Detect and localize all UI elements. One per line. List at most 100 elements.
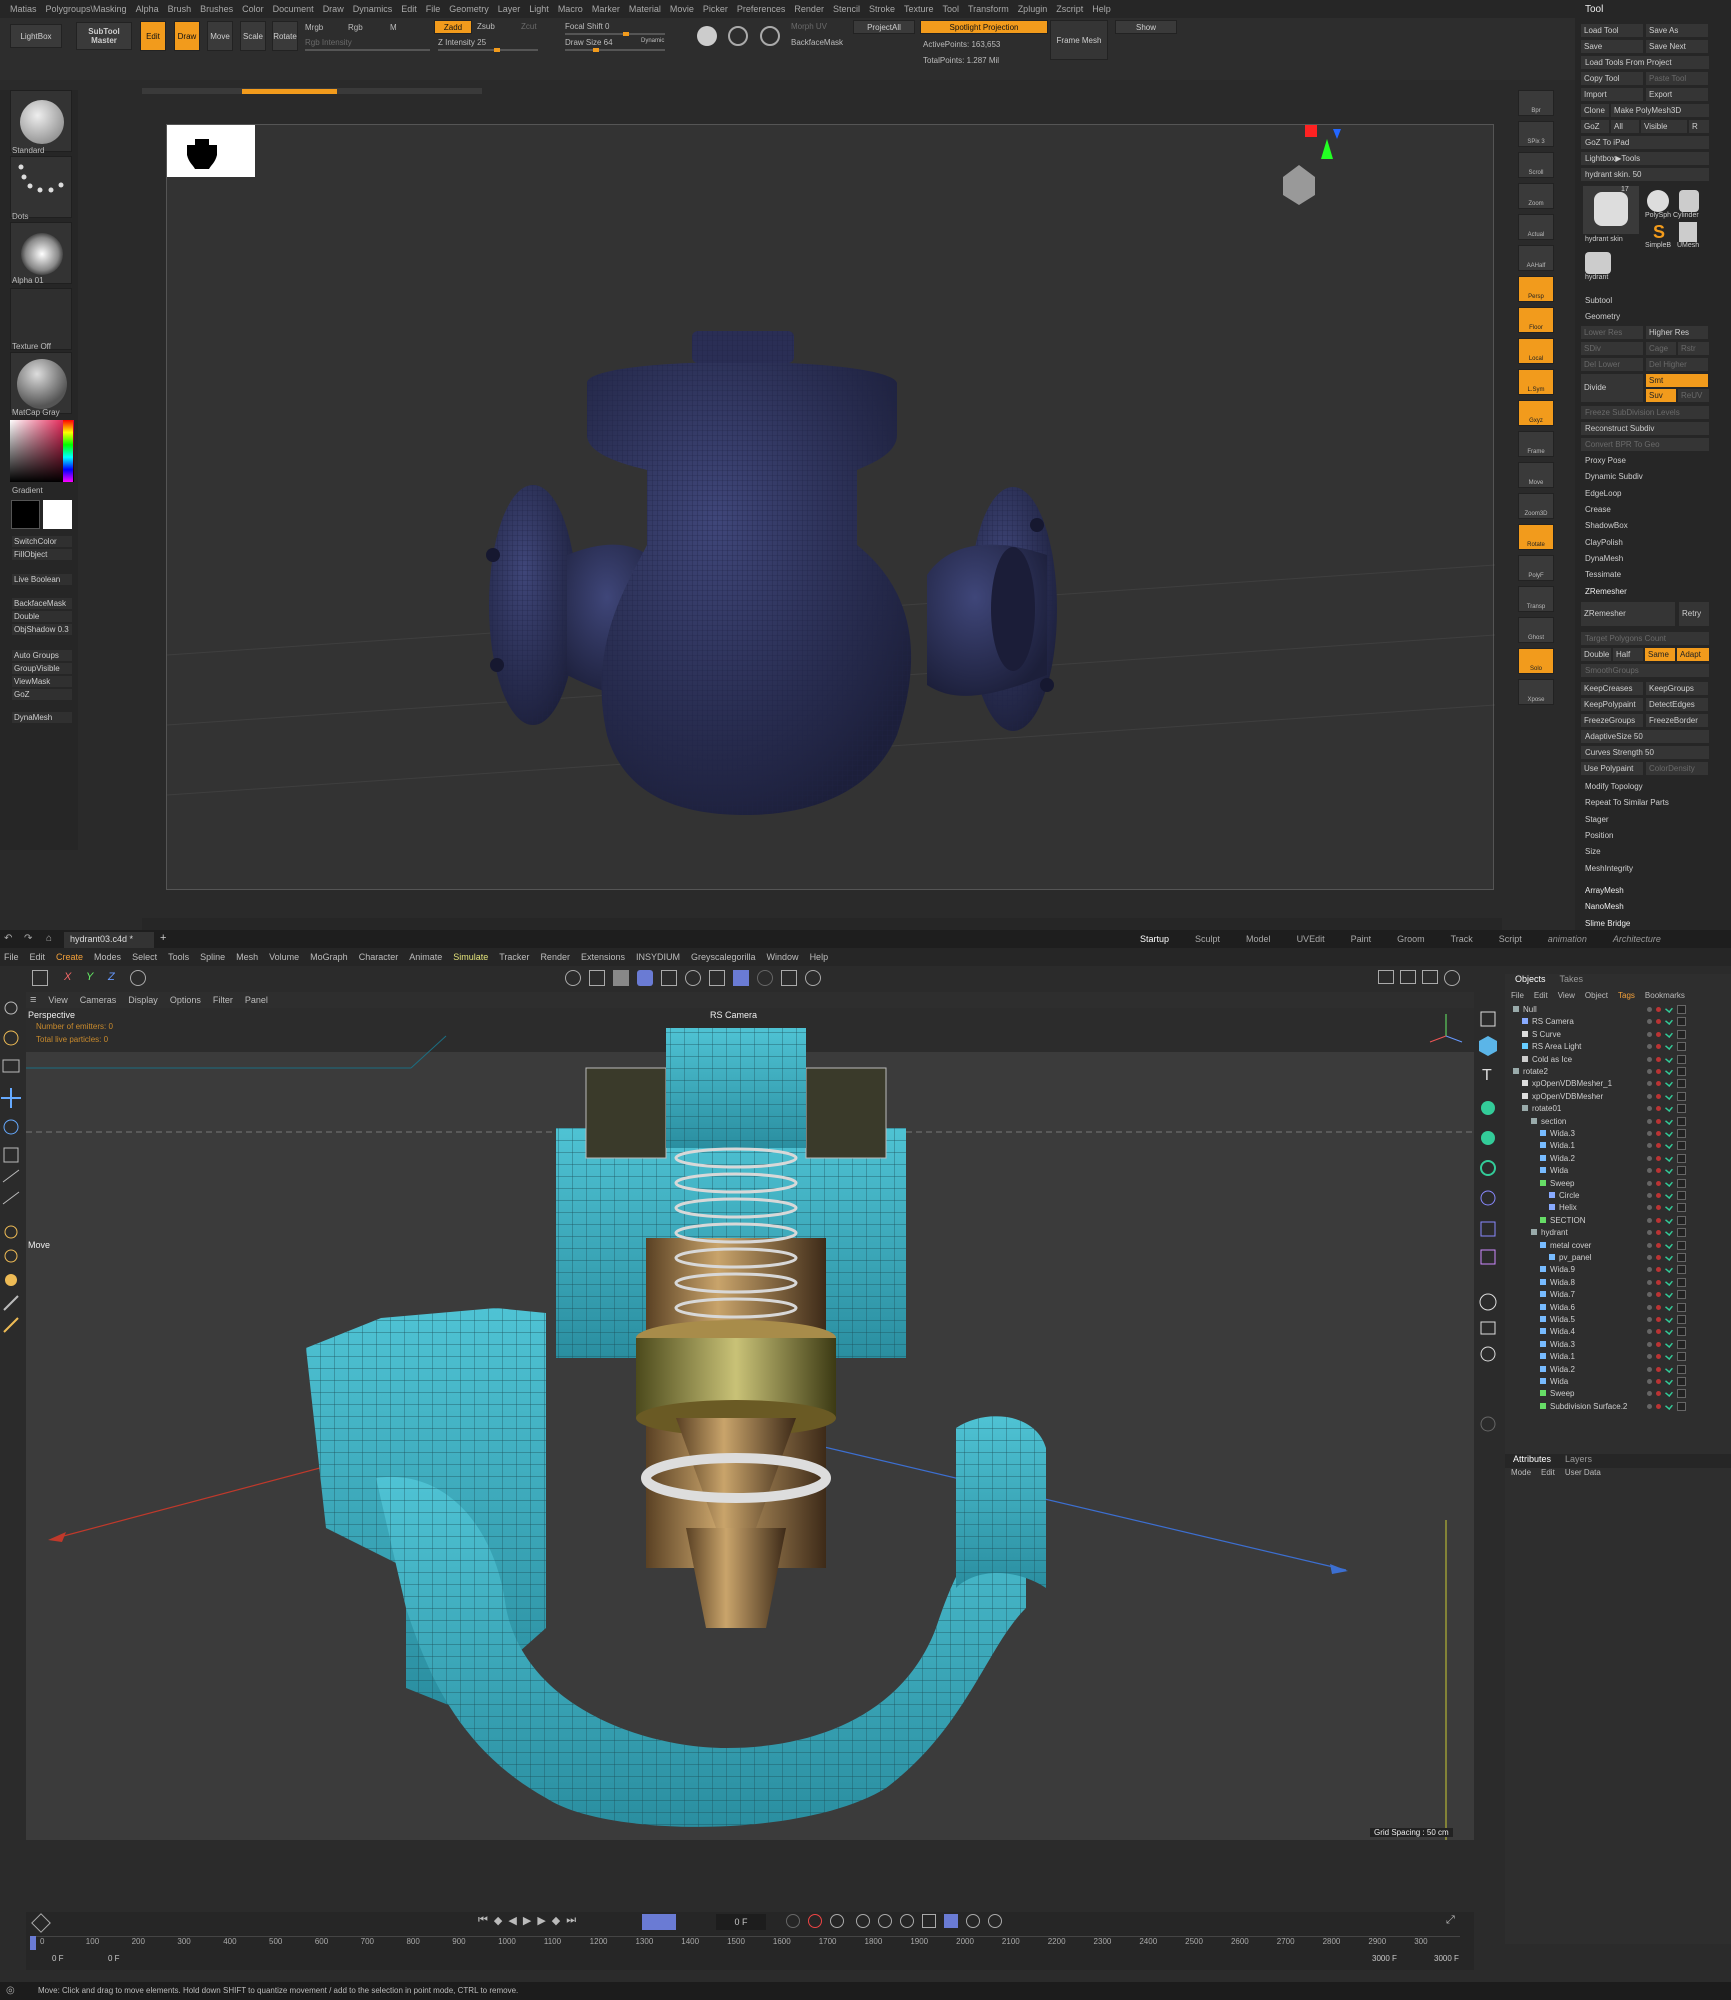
- polygons-mode-icon[interactable]: [613, 970, 629, 986]
- enabled-check[interactable]: [1665, 1042, 1673, 1051]
- c4d-menu-animate[interactable]: Animate: [409, 952, 442, 962]
- export-button[interactable]: Export: [1646, 88, 1708, 101]
- render-dot[interactable]: [1656, 1292, 1661, 1298]
- visibility-dots[interactable]: [1647, 1106, 1652, 1112]
- enabled-check[interactable]: [1665, 1129, 1673, 1137]
- enabled-check[interactable]: [1665, 1215, 1673, 1224]
- geometry-section[interactable]: Geometry: [1585, 312, 1620, 321]
- visibility-dots[interactable]: [1647, 1317, 1652, 1322]
- layout-tab-uvedit[interactable]: UVEdit: [1297, 934, 1325, 944]
- group-visible-button[interactable]: GroupVisible: [12, 663, 72, 674]
- edges-mode-icon[interactable]: [589, 970, 605, 986]
- zbrush-menu-brushes[interactable]: Brushes: [200, 4, 233, 14]
- enabled-check[interactable]: [1665, 1054, 1673, 1063]
- lower-res-button[interactable]: Lower Res: [1581, 326, 1643, 339]
- shelf-xpose-button[interactable]: Xpose: [1518, 679, 1554, 705]
- loop-toggle[interactable]: [642, 1914, 676, 1930]
- zbrush-menu-stencil[interactable]: Stencil: [833, 4, 860, 14]
- visibility-dots[interactable]: [1647, 1093, 1652, 1099]
- zbrush-menu-polygroupsmasking[interactable]: Polygroups\Masking: [46, 4, 127, 14]
- zbrush-menu-file[interactable]: File: [426, 4, 441, 14]
- zadd-button[interactable]: Zadd: [434, 20, 472, 34]
- tag-icon[interactable]: [1677, 1401, 1686, 1411]
- tag-icon[interactable]: [1677, 1166, 1686, 1176]
- live-boolean-button[interactable]: Live Boolean: [12, 574, 72, 585]
- crease-subpalette[interactable]: Crease: [1585, 505, 1611, 514]
- del-higher-button[interactable]: Del Higher: [1646, 358, 1708, 371]
- grid-snap-icon[interactable]: [733, 970, 749, 986]
- visibility-dots[interactable]: [1647, 1279, 1652, 1285]
- hydrant-tool-icon[interactable]: [1585, 252, 1611, 274]
- zbrush-menu-texture[interactable]: Texture: [904, 4, 934, 14]
- render-dot[interactable]: [1656, 1341, 1661, 1347]
- enabled-check[interactable]: [1665, 1377, 1673, 1385]
- enabled-check[interactable]: [1665, 1228, 1673, 1237]
- start-field[interactable]: 0 F: [108, 1954, 120, 1963]
- c4d-menu-render[interactable]: Render: [540, 952, 570, 962]
- tag-icon[interactable]: [1677, 1215, 1686, 1225]
- enabled-check[interactable]: [1665, 1104, 1673, 1113]
- tag-icon[interactable]: [1677, 1377, 1686, 1386]
- record-icon[interactable]: [786, 1914, 800, 1928]
- render-dot[interactable]: [1656, 1056, 1661, 1062]
- enabled-check[interactable]: [1665, 1079, 1673, 1088]
- visibility-dots[interactable]: [1647, 1056, 1652, 1062]
- render-dot[interactable]: [1656, 1242, 1661, 1248]
- visibility-dots[interactable]: [1647, 1217, 1652, 1223]
- attributes-menu-edit[interactable]: Edit: [1541, 1468, 1555, 1482]
- smt-toggle[interactable]: Smt: [1646, 374, 1708, 387]
- color-density-slider[interactable]: ColorDensity: [1646, 762, 1708, 775]
- layout-tab-script[interactable]: Script: [1499, 934, 1522, 944]
- visibility-dots[interactable]: [1647, 1230, 1652, 1236]
- smooth-groups-slider[interactable]: SmoothGroups: [1581, 664, 1709, 677]
- visibility-dots[interactable]: [1647, 1131, 1652, 1136]
- c4d-menu-mograph[interactable]: MoGraph: [310, 952, 348, 962]
- layout-tab-track[interactable]: Track: [1451, 934, 1473, 944]
- object-row[interactable]: Null: [1505, 1004, 1731, 1016]
- dynamesh-subpalette[interactable]: DynaMesh: [1585, 554, 1623, 563]
- tag-icon[interactable]: [1677, 1005, 1686, 1014]
- focal-shift-track[interactable]: [565, 32, 665, 36]
- visibility-dots[interactable]: [1647, 1366, 1652, 1372]
- polysphere-icon[interactable]: [1647, 190, 1669, 212]
- zbrush-menu-matias[interactable]: Matias: [10, 4, 37, 14]
- umesh-icon[interactable]: [1679, 222, 1697, 242]
- fill-object-button[interactable]: FillObject: [12, 549, 72, 560]
- attributes-menu-mode[interactable]: Mode: [1511, 1468, 1531, 1482]
- tag-icon[interactable]: [1677, 1290, 1686, 1300]
- copy-tool-button[interactable]: Copy Tool: [1581, 72, 1643, 85]
- dynamic-subdiv-subpalette[interactable]: Dynamic Subdiv: [1585, 472, 1643, 481]
- enabled-check[interactable]: [1665, 1166, 1673, 1175]
- c4d-menu-tracker[interactable]: Tracker: [499, 952, 529, 962]
- object-row[interactable]: SECTION: [1505, 1215, 1731, 1227]
- c4d-menu-help[interactable]: Help: [810, 952, 829, 962]
- zsub-button[interactable]: Zsub: [477, 22, 495, 31]
- render-dot[interactable]: [1656, 1403, 1661, 1409]
- shelf-zoom3d-button[interactable]: Zoom3D: [1518, 493, 1554, 519]
- enabled-check[interactable]: [1665, 1290, 1673, 1299]
- visibility-dots[interactable]: [1647, 1391, 1652, 1397]
- zbrush-menu-marker[interactable]: Marker: [592, 4, 620, 14]
- claypolish-subpalette[interactable]: ClayPolish: [1585, 538, 1623, 547]
- tag-icon[interactable]: [1677, 1352, 1686, 1362]
- c4d-menu-select[interactable]: Select: [132, 952, 157, 962]
- object-row[interactable]: metal cover: [1505, 1240, 1731, 1252]
- object-row[interactable]: Wida.8: [1505, 1277, 1731, 1289]
- subtool-section[interactable]: Subtool: [1585, 296, 1612, 305]
- goz-button[interactable]: GoZ: [12, 689, 72, 700]
- z-intensity-slider[interactable]: Z Intensity 25: [438, 38, 486, 47]
- backface-mask-toggle[interactable]: BackfaceMask: [12, 598, 72, 609]
- enabled-check[interactable]: [1665, 1091, 1673, 1100]
- spotlight-projection-button[interactable]: Spotlight Projection: [920, 20, 1048, 34]
- x-axis-lock[interactable]: X: [64, 971, 71, 983]
- c4d-menu-greyscalegorilla[interactable]: Greyscalegorilla: [691, 952, 756, 962]
- render-dot[interactable]: [1656, 1317, 1661, 1322]
- object-row[interactable]: RS Camera: [1505, 1016, 1731, 1028]
- left-tool-icons[interactable]: [0, 992, 26, 1352]
- enabled-check[interactable]: [1665, 1253, 1673, 1261]
- shelf-move-button[interactable]: Move: [1518, 462, 1554, 488]
- tag-icon[interactable]: [1677, 1029, 1686, 1039]
- file-tab[interactable]: hydrant03.c4d *: [64, 932, 154, 948]
- visibility-dots[interactable]: [1647, 1379, 1652, 1384]
- meshintegrity-subpalette[interactable]: MeshIntegrity: [1585, 864, 1633, 873]
